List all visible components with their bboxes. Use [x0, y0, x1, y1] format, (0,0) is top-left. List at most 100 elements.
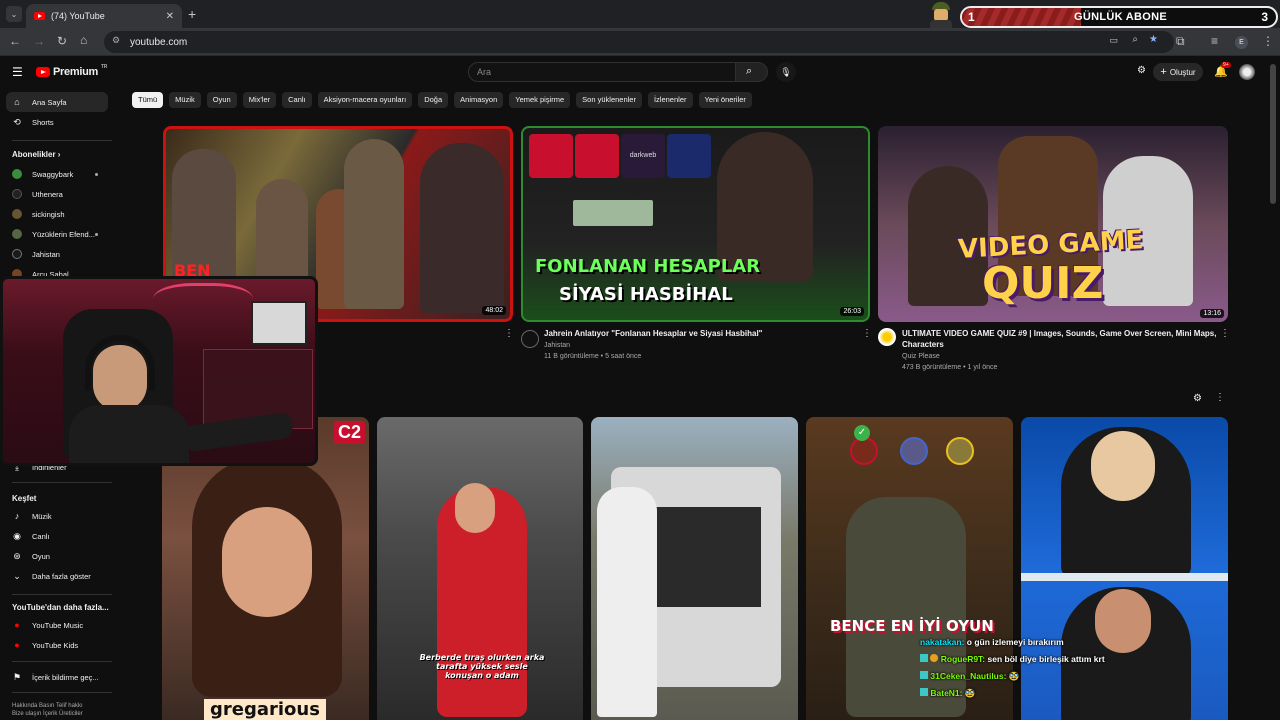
footer-link[interactable]: Bize ulaşın [12, 711, 41, 717]
video-thumbnail[interactable]: darkweb FONLANAN HESAPLAR SİYASİ HASBİHA… [521, 126, 870, 322]
chip-music[interactable]: Müzik [169, 92, 201, 108]
back-icon[interactable]: ← [9, 34, 21, 48]
shorts-menu-icon[interactable]: ⋮ [1215, 392, 1225, 403]
home-icon[interactable]: ⌂ [80, 33, 87, 47]
sidebar-item-subscription[interactable]: Jahistan [6, 244, 108, 264]
tab-close-icon[interactable]: ✕ [166, 11, 174, 22]
footer-link[interactable]: Basın [39, 703, 54, 709]
youtube-header: ☰ Premium TR Ara ⌕ 🎙 ⚙ + Oluştur 🔔 9+ [0, 56, 1280, 88]
sidebar-item-shorts[interactable]: ⟲ Shorts [6, 112, 108, 132]
chip-animation[interactable]: Animasyon [454, 92, 504, 108]
channel-avatar[interactable] [521, 330, 539, 348]
profile-avatar[interactable]: E [1235, 36, 1248, 49]
channel-name[interactable]: Jahistan [544, 340, 570, 351]
sidebar-item-live[interactable]: ◉ Canlı [6, 526, 108, 546]
video-title[interactable]: Characters [902, 339, 944, 350]
site-info-icon[interactable]: ⚙ [112, 35, 120, 46]
tab-search-icon[interactable]: ⌄ [6, 6, 22, 22]
chip-action-adventure[interactable]: Aksiyon-macera oyunları [317, 92, 413, 108]
video-meta: 11 B görüntüleme • 5 saat önce [544, 353, 642, 360]
account-avatar[interactable] [1239, 64, 1255, 80]
logo-country-badge: TR [100, 64, 108, 70]
chat-text: sen böl diye birleşik attım krt [987, 654, 1105, 664]
sidebar-item-label: Swaggybark [32, 169, 74, 179]
reload-icon[interactable]: ↻ [57, 34, 67, 48]
chip-mixes[interactable]: Mix'ler [242, 92, 277, 108]
forward-icon[interactable]: → [33, 34, 45, 48]
short-thumbnail[interactable]: Berberde tıraş olurken arka tarafta yüks… [377, 417, 583, 720]
sidebar-item-music[interactable]: ♪ Müzik [6, 506, 108, 526]
search-button[interactable]: ⌕ [736, 62, 768, 82]
chip-recently-uploaded[interactable]: Son yüklenenler [576, 92, 642, 108]
browser-tab[interactable]: (74) YouTube ✕ [26, 4, 182, 28]
bookmark-star-icon[interactable]: ★ [1149, 34, 1158, 45]
streamer-mascot-icon [926, 2, 956, 28]
chip-gaming[interactable]: Oyun [206, 92, 237, 108]
sidebar-item-subscription[interactable]: sickingish [6, 204, 108, 224]
goal-target: 3 [1261, 10, 1268, 24]
short-thumbnail[interactable] [591, 417, 798, 720]
hamburger-menu-icon[interactable]: ☰ [12, 65, 23, 79]
shorts-settings-icon[interactable]: ⚙ [1193, 393, 1202, 404]
create-button[interactable]: + Oluştur [1153, 63, 1203, 81]
goal-current: 1 [968, 10, 975, 24]
duration-badge: 48:02 [482, 306, 506, 315]
gamepad-icon: ⊛ [13, 550, 21, 561]
thumb-icon-tile [529, 134, 573, 178]
chip-nature[interactable]: Doğa [418, 92, 449, 108]
install-icon[interactable]: ▭ [1109, 35, 1118, 46]
notification-count-badge: 9+ [1221, 62, 1231, 68]
tab-title: (74) YouTube [51, 11, 105, 21]
browser-menu-icon[interactable]: ⋮ [1262, 34, 1274, 48]
video-thumbnail[interactable]: VIDEO GAME QUIZ 13:16 [878, 126, 1228, 322]
video-title[interactable]: Jahrein Anlatıyor "Fonlanan Hesaplar ve … [544, 328, 854, 339]
sidebar-item-subscription[interactable]: Yüzüklerin Efend... [6, 224, 108, 244]
duration-badge: 13:16 [1200, 309, 1224, 318]
chevron-down-icon: ⌄ [13, 570, 21, 581]
sidebar-item-youtube-kids[interactable]: ● YouTube Kids [6, 635, 108, 655]
new-tab-icon[interactable]: + [188, 6, 196, 22]
level-badge: C2 [333, 421, 365, 444]
sidebar-item-home[interactable]: ⌂ Ana Sayfa [6, 92, 108, 112]
sidebar-item-gaming[interactable]: ⊛ Oyun [6, 546, 108, 566]
footer-link[interactable]: İçerik Üreticiler [43, 711, 83, 717]
thumb-caption: Berberde tıraş olurken arka tarafta yüks… [419, 653, 545, 680]
sidebar-item-report-history[interactable]: ⚑ İçerik bildirme geç... [6, 667, 108, 687]
channel-name[interactable]: Quiz Please [902, 351, 940, 362]
thumb-person [344, 139, 404, 309]
sidebar-item-subscription[interactable]: Swaggybark [6, 164, 108, 184]
channel-avatar [12, 209, 22, 219]
chip-live[interactable]: Canlı [282, 92, 312, 108]
video-menu-icon[interactable]: ⋮ [862, 328, 872, 339]
search-input[interactable]: Ara [468, 62, 736, 82]
chip-watched[interactable]: İzlenenler [647, 92, 693, 108]
chip-new-to-you[interactable]: Yeni öneriler [698, 92, 752, 108]
chip-cooking[interactable]: Yemek pişirme [509, 92, 571, 108]
footer-link[interactable]: Hakkında [12, 703, 37, 709]
video-menu-icon[interactable]: ⋮ [1220, 328, 1230, 339]
home-icon: ⌂ [14, 97, 20, 107]
sidebar-item-subscription[interactable]: Uthenera [6, 184, 108, 204]
page-scrollbar[interactable] [1270, 64, 1276, 204]
cast-icon[interactable]: ⚙ [1137, 65, 1146, 76]
duration-badge: 26:03 [840, 307, 864, 316]
browser-tab-bar: ⌄ (74) YouTube ✕ + 1 GÜNLÜK ABONE 3 [0, 0, 1280, 28]
subscriptions-heading[interactable]: Abonelikler › [12, 150, 60, 159]
extensions-icon[interactable]: ⧉ [1176, 34, 1185, 49]
sidebar-item-label: Daha fazla göster [32, 571, 91, 581]
sidebar-item-youtube-music[interactable]: ● YouTube Music [6, 615, 108, 635]
video-title[interactable]: ULTIMATE VIDEO GAME QUIZ #9 | Images, So… [902, 328, 1216, 339]
media-icon[interactable]: ≡ [1211, 34, 1218, 48]
channel-avatar[interactable] [878, 328, 896, 346]
address-bar[interactable]: ⚙ youtube.com ▭ ⌕ ★ [104, 31, 1174, 53]
footer-link[interactable]: Telif hakkı [56, 703, 83, 709]
video-menu-icon[interactable]: ⋮ [504, 328, 514, 339]
youtube-premium-logo[interactable]: Premium TR [36, 64, 108, 78]
divider [12, 482, 112, 483]
more-from-youtube-heading: YouTube'dan daha fazla... [12, 603, 109, 612]
zoom-icon[interactable]: ⌕ [1132, 34, 1138, 45]
voice-search-button[interactable]: 🎙 [776, 62, 796, 82]
chip-all[interactable]: Tümü [132, 92, 164, 108]
sidebar-item-show-more[interactable]: ⌄ Daha fazla göster [6, 566, 108, 586]
url-text: youtube.com [130, 36, 188, 48]
